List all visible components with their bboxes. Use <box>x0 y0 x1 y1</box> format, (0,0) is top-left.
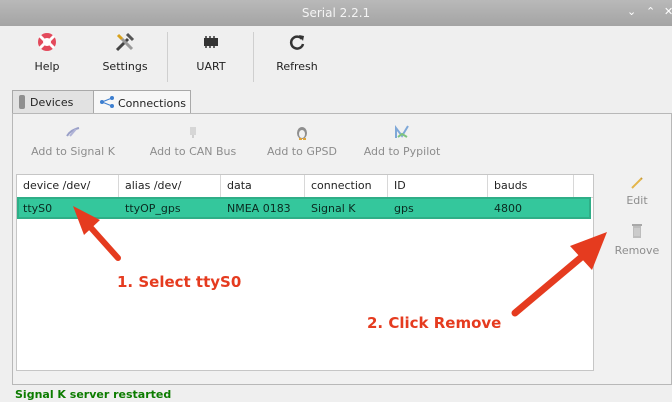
cell-data: NMEA 0183 <box>227 202 291 215</box>
maximize-icon[interactable]: ⌃ <box>646 5 655 18</box>
header-alias[interactable]: alias /dev/ <box>125 179 182 192</box>
header-id[interactable]: ID <box>394 179 406 192</box>
cell-bauds: 4800 <box>494 202 522 215</box>
table-header: device /dev/ alias /dev/ data connection… <box>17 175 593 198</box>
minimize-icon[interactable]: ⌄ <box>627 5 636 18</box>
annotation-step1: 1. Select ttyS0 <box>117 273 242 291</box>
remove-label: Remove <box>614 244 660 257</box>
add-to-pypilot-label: Add to Pypilot <box>363 145 441 158</box>
cell-id: gps <box>394 202 414 215</box>
table-row[interactable]: ttyS0 ttyOP_gps NMEA 0183 Signal K gps 4… <box>17 197 591 219</box>
column-separator <box>118 175 119 197</box>
connections-table: device /dev/ alias /dev/ data connection… <box>16 174 594 371</box>
add-to-signalk-button[interactable]: Add to Signal K <box>20 122 126 158</box>
close-icon[interactable]: ✕ <box>664 5 672 18</box>
window-title: Serial 2.2.1 <box>301 6 371 20</box>
toolbar-separator <box>253 32 254 82</box>
status-message: Signal K server restarted <box>15 388 172 401</box>
trash-icon <box>612 222 662 244</box>
add-to-signalk-label: Add to Signal K <box>31 145 115 158</box>
add-to-canbus-button[interactable]: Add to CAN Bus <box>140 122 246 158</box>
add-to-gpsd-label: Add to GPSD <box>267 145 337 158</box>
column-separator <box>304 175 305 197</box>
title-bar: Serial 2.2.1 ⌄ ⌃ ✕ <box>0 0 672 26</box>
add-to-canbus-label: Add to CAN Bus <box>149 145 237 158</box>
remove-button[interactable]: Remove <box>612 222 662 257</box>
column-separator <box>220 175 221 197</box>
column-separator <box>487 175 488 197</box>
refresh-icon <box>260 30 334 54</box>
tab-connections-label: Connections <box>118 96 186 110</box>
signalk-icon <box>20 122 126 142</box>
uart-button[interactable]: UART <box>174 30 248 73</box>
cell-alias: ttyOP_gps <box>125 202 181 215</box>
edit-button[interactable]: Edit <box>612 176 662 207</box>
add-to-gpsd-button[interactable]: Add to GPSD <box>254 122 350 158</box>
settings-button[interactable]: Settings <box>88 30 162 73</box>
header-bauds[interactable]: bauds <box>494 179 527 192</box>
toolbar-separator <box>167 32 168 82</box>
uart-label: UART <box>196 60 226 73</box>
canbus-icon <box>140 122 246 142</box>
cell-connection: Signal K <box>311 202 356 215</box>
lifebuoy-icon <box>10 30 84 54</box>
share-icon <box>100 95 114 111</box>
header-data[interactable]: data <box>227 179 252 192</box>
tab-devices[interactable]: Devices <box>12 90 94 113</box>
settings-label: Settings <box>102 60 148 73</box>
refresh-button[interactable]: Refresh <box>260 30 334 73</box>
chip-icon <box>174 30 248 54</box>
toolbar: Help Settings UART Refresh <box>0 26 672 88</box>
refresh-label: Refresh <box>276 60 318 73</box>
tab-devices-label: Devices <box>30 95 74 109</box>
annotation-step2: 2. Click Remove <box>367 314 502 332</box>
usb-icon <box>19 95 25 109</box>
penguin-icon <box>254 122 350 142</box>
help-button[interactable]: Help <box>10 30 84 73</box>
tools-icon <box>88 30 162 54</box>
pencil-icon <box>612 176 662 194</box>
tab-connections[interactable]: Connections <box>93 90 191 115</box>
header-connection[interactable]: connection <box>311 179 372 192</box>
edit-label: Edit <box>626 194 648 207</box>
pypilot-icon <box>356 122 448 142</box>
column-separator <box>387 175 388 197</box>
add-to-pypilot-button[interactable]: Add to Pypilot <box>356 122 448 158</box>
header-device[interactable]: device /dev/ <box>23 179 90 192</box>
column-separator <box>573 175 574 197</box>
help-label: Help <box>34 60 60 73</box>
cell-device: ttyS0 <box>23 202 53 215</box>
